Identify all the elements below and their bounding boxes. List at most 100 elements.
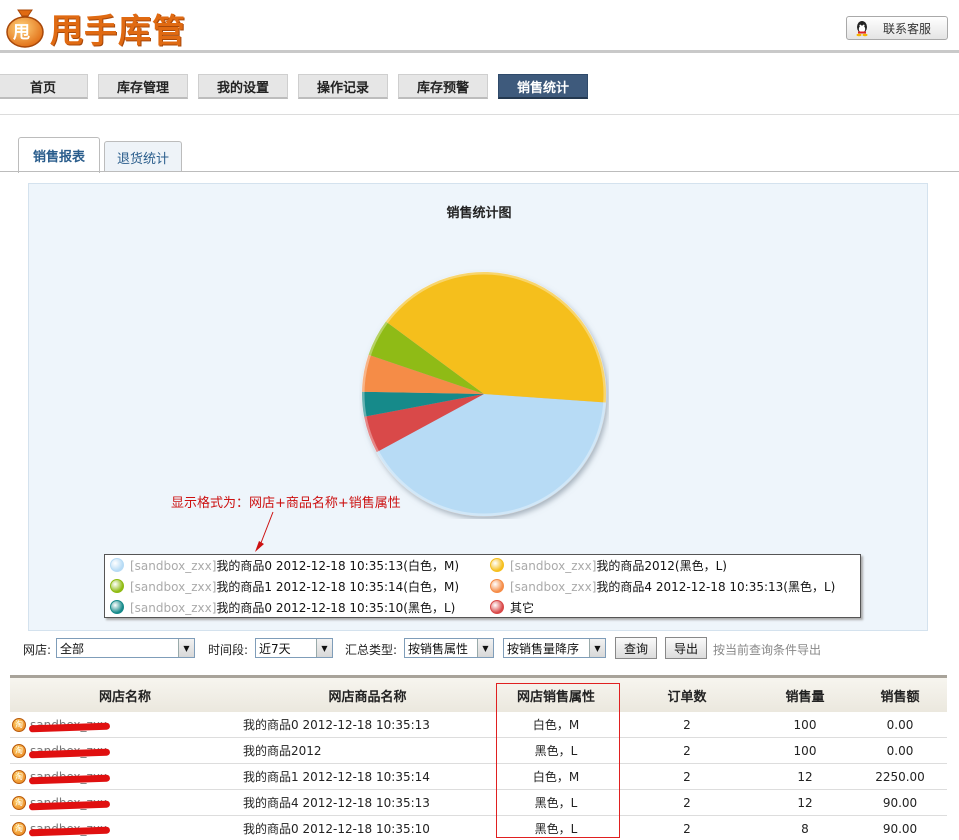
export-button[interactable]: 导出 [665, 637, 707, 659]
legend-shop-name: [sandbox_zxx] [510, 579, 597, 594]
legend-text: 我的商品2012(黑色，L) [596, 558, 727, 573]
legend-shop-name: [sandbox_zxx] [130, 558, 217, 573]
cell-attr: 黑色，L [534, 822, 578, 836]
sort-select-value: 按销售量降序 [507, 641, 580, 656]
cell-amount: 0.00 [886, 743, 914, 758]
col-shop-header: 网店名称 [98, 689, 151, 705]
logo-badge-text: 甩 [13, 23, 30, 43]
cell-amount: 90.00 [882, 795, 918, 810]
main-nav: 首页 库存管理 我的设置 操作记录 库存预警 销售统计 [0, 74, 959, 100]
cell-shop: 淘sandbox_zxx [10, 790, 240, 815]
legend-item: [sandbox_zxx]我的商品0 2012-12-18 10:35:10(黑… [110, 597, 455, 617]
cell-shop: 淘sandbox_zxx [10, 712, 240, 737]
period-select[interactable]: 近7天 ▼ [255, 638, 333, 658]
col-attr-header: 网店销售属性 [516, 689, 595, 705]
legend-text: 其它 [510, 600, 535, 615]
tab-return-stats[interactable]: 退货统计 [104, 141, 182, 172]
taobao-shop-icon: 淘 [12, 769, 26, 784]
taobao-shop-icon: 淘 [12, 743, 26, 758]
legend-text: 我的商品4 2012-12-18 10:35:13(黑色，L) [596, 579, 836, 594]
col-product-header: 网店商品名称 [328, 689, 407, 705]
legend-text: 我的商品0 2012-12-18 10:35:13(白色，M) [216, 558, 460, 573]
sales-table: 网店名称 网店商品名称 网店销售属性 订单数 销售量 销售额 淘sandbox_… [10, 675, 947, 840]
legend-swatch-icon [110, 558, 124, 572]
cell-attr: 黑色，L [534, 744, 578, 758]
summary-type-label: 汇总类型: [345, 643, 398, 657]
nav-divider [0, 114, 959, 115]
cell-qty: 100 [793, 743, 817, 758]
legend-swatch-icon [110, 579, 124, 593]
legend-shop-name: [sandbox_zxx] [130, 579, 217, 594]
legend-text: 我的商品1 2012-12-18 10:35:14(白色，M) [216, 579, 460, 594]
taobao-shop-icon: 淘 [12, 717, 26, 732]
table-header: 网店名称 网店商品名称 网店销售属性 订单数 销售量 销售额 [10, 678, 947, 712]
table-body: 淘sandbox_zxx我的商品0 2012-12-18 10:35:13白色，… [10, 712, 947, 840]
legend-item: [sandbox_zxx]我的商品1 2012-12-18 10:35:14(白… [110, 576, 459, 596]
filter-bar: 网店: 全部 ▼ 时间段: 近7天 ▼ 汇总类型: 按销售属性 ▼ 按销售量降序… [0, 637, 959, 661]
nav-settings[interactable]: 我的设置 [198, 74, 288, 99]
cell-orders: 2 [683, 821, 691, 836]
cell-attr: 白色，M [532, 718, 580, 732]
shop-filter-label: 网店: [23, 643, 52, 657]
tab-sales-report[interactable]: 销售报表 [18, 137, 100, 173]
query-button[interactable]: 查询 [615, 637, 657, 659]
cell-orders: 2 [683, 717, 691, 732]
cell-orders: 2 [683, 743, 691, 758]
chevron-down-icon: ▼ [477, 639, 493, 657]
table-row: 淘sandbox_zxx我的商品4 2012-12-18 10:35:13 黑色，… [10, 790, 947, 816]
taobao-shop-icon: 淘 [12, 821, 26, 836]
table-row: 淘sandbox_zxx我的商品0 2012-12-18 10:35:13 白色，… [10, 712, 947, 738]
col-amount-header: 销售额 [880, 689, 920, 705]
legend-item: [sandbox_zxx]我的商品4 2012-12-18 10:35:13(黑… [490, 576, 835, 596]
qq-icon [856, 21, 868, 37]
legend-swatch-icon [110, 600, 124, 614]
period-select-value: 近7天 [259, 641, 291, 656]
cell-amount: 0.00 [886, 717, 914, 732]
contact-support-label: 联系客服 [883, 21, 932, 36]
table-row: 淘sandbox_zxx我的商品1 2012-12-18 10:35:14 白色，… [10, 764, 947, 790]
shop-select-value: 全部 [60, 641, 85, 656]
cell-shop: 淘sandbox_zxx [10, 816, 240, 840]
cell-product-name: 我的商品1 2012-12-18 10:35:14 [243, 770, 430, 784]
legend-swatch-icon [490, 558, 504, 572]
nav-inventory[interactable]: 库存管理 [98, 74, 188, 99]
cell-amount: 90.00 [882, 821, 918, 836]
summary-type-value: 按销售属性 [408, 641, 469, 656]
cell-orders: 2 [683, 795, 691, 810]
legend-swatch-icon [490, 579, 504, 593]
contact-support-button[interactable]: 联系客服 [846, 16, 948, 40]
cell-product-name: 我的商品2012 [243, 744, 322, 758]
legend-label: [sandbox_zxx]我的商品1 2012-12-18 10:35:14(白… [130, 578, 459, 595]
legend-shop-name: [sandbox_zxx] [130, 600, 217, 615]
tabs-baseline [0, 171, 959, 172]
summary-type-select[interactable]: 按销售属性 ▼ [404, 638, 494, 658]
cell-qty: 12 [797, 769, 813, 784]
cell-qty: 8 [801, 821, 809, 836]
legend-label: [sandbox_zxx]我的商品4 2012-12-18 10:35:13(黑… [510, 578, 835, 595]
taobao-shop-icon: 淘 [12, 795, 26, 810]
chevron-down-icon: ▼ [316, 639, 332, 657]
cell-attr: 黑色，L [534, 796, 578, 810]
legend-text: 我的商品0 2012-12-18 10:35:10(黑色，L) [216, 600, 456, 615]
nav-sales-stats[interactable]: 销售统计 [498, 74, 588, 99]
legend-label: 其它 [510, 599, 534, 616]
nav-operation-log[interactable]: 操作记录 [298, 74, 388, 99]
legend-label: [sandbox_zxx]我的商品0 2012-12-18 10:35:13(白… [130, 557, 459, 574]
legend-item: [sandbox_zxx]我的商品2012(黑色，L) [490, 555, 727, 575]
cell-amount: 2250.00 [875, 769, 925, 784]
shop-select[interactable]: 全部 ▼ [56, 638, 195, 658]
cell-qty: 100 [793, 717, 817, 732]
cell-qty: 12 [797, 795, 813, 810]
nav-stock-alert[interactable]: 库存预警 [398, 74, 488, 99]
sort-select[interactable]: 按销售量降序 ▼ [503, 638, 606, 658]
cell-product-name: 我的商品0 2012-12-18 10:35:13 [243, 718, 430, 732]
table-row: 淘sandbox_zxx我的商品2012 黑色，L 2 100 0.00 [10, 738, 947, 764]
legend-shop-name: [sandbox_zxx] [510, 558, 597, 573]
legend-item: 其它 [490, 597, 534, 617]
table-row: 淘sandbox_zxx我的商品0 2012-12-18 10:35:10 黑色，… [10, 816, 947, 840]
cell-product-name: 我的商品0 2012-12-18 10:35:10 [243, 822, 430, 836]
nav-home[interactable]: 首页 [0, 74, 88, 99]
cell-attr: 白色，M [532, 770, 580, 784]
period-filter-label: 时间段: [208, 643, 249, 657]
chevron-down-icon: ▼ [589, 639, 605, 657]
